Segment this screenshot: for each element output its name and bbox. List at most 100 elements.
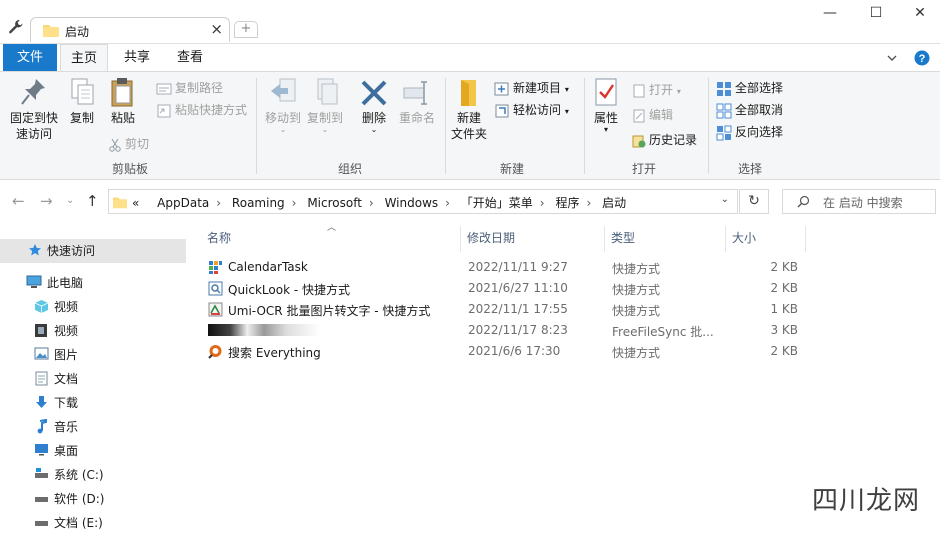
chevron-down-icon[interactable] <box>886 52 898 64</box>
history-button[interactable]: 历史记录 <box>632 130 697 150</box>
nav-music[interactable]: 音乐 <box>0 415 186 439</box>
file-row[interactable]: Umi-OCR 批量图片转文字 - 快捷方式 2022/11/1 17:55 快… <box>204 299 804 320</box>
tab-home[interactable]: 主页 <box>60 44 108 73</box>
paste-button[interactable]: 粘贴 <box>104 76 142 126</box>
copy-path-button[interactable]: 复制路径 <box>156 78 223 98</box>
breadcrumb-appdata[interactable]: AppData <box>157 196 209 210</box>
new-tab-button[interactable]: + <box>234 21 258 38</box>
nav-drive-d[interactable]: 软件 (D:) <box>0 487 186 511</box>
paste-shortcut-button[interactable]: 粘贴快捷方式 <box>156 100 247 120</box>
column-header-size[interactable]: 大小 <box>732 227 792 251</box>
file-row[interactable]: 搜索 Everything 2021/6/6 17:30 快捷方式 2 KB <box>204 341 804 362</box>
breadcrumb-startup[interactable]: 启动 <box>602 196 626 210</box>
drive-icon <box>35 521 48 526</box>
file-date: 2022/11/1 17:55 <box>468 302 568 316</box>
new-item-button[interactable]: 新建项目 ▾ <box>494 78 569 98</box>
column-separator[interactable] <box>604 226 605 252</box>
breadcrumb-windows[interactable]: Windows <box>385 196 439 210</box>
breadcrumb-roaming[interactable]: Roaming <box>232 196 285 210</box>
minimize-button[interactable]: — <box>808 2 852 26</box>
nav-downloads[interactable]: 下载 <box>0 391 186 415</box>
nav-drive-e[interactable]: 文档 (E:) <box>0 511 186 535</box>
cut-button[interactable]: 剪切 <box>108 134 149 154</box>
nav-drive-c[interactable]: 系统 (C:) <box>0 463 186 487</box>
delete-button[interactable]: 删除 ⌄ <box>356 76 392 134</box>
help-icon[interactable]: ? <box>914 50 930 66</box>
open-button[interactable]: 打开 ▾ <box>632 80 681 100</box>
pin-quick-access-button[interactable]: 固定到快 速访问 <box>8 76 60 142</box>
file-row[interactable]: CalendarTask 2022/11/11 9:27 快捷方式 2 KB <box>204 257 804 278</box>
edit-button[interactable]: 编辑 <box>632 105 673 125</box>
copy-path-label: 复制路径 <box>175 81 224 95</box>
column-header-name[interactable]: 名称 <box>207 227 457 251</box>
back-arrow-icon[interactable]: ← <box>12 192 25 210</box>
copy-button[interactable]: 复制 <box>64 76 100 126</box>
easy-access-button[interactable]: 轻松访问 ▾ <box>494 100 569 120</box>
maximize-button[interactable]: ☐ <box>854 2 898 26</box>
separator <box>445 78 446 174</box>
drive-icon <box>35 497 48 502</box>
column-separator[interactable] <box>805 226 806 252</box>
film-icon <box>35 324 47 337</box>
forward-arrow-icon[interactable]: → <box>40 192 53 210</box>
refresh-button[interactable]: ↻ <box>739 189 769 214</box>
group-label-open: 打开 <box>631 162 656 176</box>
nav-label: 快速访问 <box>47 244 96 258</box>
wrench-icon[interactable] <box>8 19 24 35</box>
tab-share[interactable]: 共享 <box>112 44 162 72</box>
picture-icon <box>34 347 49 360</box>
column-header-type[interactable]: 类型 <box>611 227 711 251</box>
navigation-bar: ← → ⌄ ↑ « AppData › Roaming › Microsoft › W… <box>0 180 940 222</box>
recent-locations-icon[interactable]: ⌄ <box>66 195 74 206</box>
nav-documents[interactable]: 文档 <box>0 367 186 391</box>
window-tab[interactable]: 启动 × <box>30 17 230 42</box>
up-arrow-icon[interactable]: ↑ <box>86 192 99 210</box>
select-none-button[interactable]: 全部取消 <box>716 100 783 120</box>
invert-selection-button[interactable]: 反向选择 <box>716 122 783 142</box>
properties-label: 属性 <box>593 111 618 125</box>
nav-label: 此电脑 <box>47 276 84 290</box>
breadcrumb: « AppData › Roaming › Microsoft › Windows › … <box>132 196 627 210</box>
separator <box>708 78 709 174</box>
breadcrumb-start-menu[interactable]: 「开始」菜单 <box>461 196 533 210</box>
rename-icon <box>403 81 427 105</box>
new-folder-button[interactable]: 新建 文件夹 <box>450 76 488 142</box>
nav-desktop[interactable]: 桌面 <box>0 439 186 463</box>
nav-pictures[interactable]: 图片 <box>0 343 186 367</box>
breadcrumb-microsoft[interactable]: Microsoft <box>307 196 362 210</box>
close-button[interactable]: ✕ <box>898 2 940 26</box>
nav-videos[interactable]: 视频 <box>0 319 186 343</box>
move-to-button[interactable]: 移动到 ⌄ <box>262 76 304 134</box>
column-header-date[interactable]: 修改日期 <box>467 227 597 251</box>
tab-close-button[interactable]: × <box>210 20 223 38</box>
nav-quick-access[interactable]: 快速访问 <box>0 239 186 263</box>
rename-button[interactable]: 重命名 <box>396 76 438 126</box>
file-date: 2021/6/6 17:30 <box>468 344 561 358</box>
breadcrumb-programs[interactable]: 程序 <box>555 196 579 210</box>
file-row[interactable]: QuickLook - 快捷方式 2021/6/27 11:10 快捷方式 2 … <box>204 278 804 299</box>
nav-3d-objects[interactable]: 视频 <box>0 295 186 319</box>
breadcrumb-overflow[interactable]: « <box>132 196 139 210</box>
search-box[interactable]: 在 启动 中搜索 <box>782 189 936 214</box>
select-all-button[interactable]: 全部选择 <box>716 78 783 98</box>
copy-to-button[interactable]: 复制到 ⌄ <box>304 76 346 134</box>
nav-this-pc[interactable]: 此电脑 <box>0 271 186 295</box>
copy-to-label: 复制到 <box>306 111 343 125</box>
watermark: 四川龙网 <box>812 486 921 516</box>
file-row[interactable]: 2022/11/17 8:23 FreeFileSync 批... 3 KB <box>204 320 804 341</box>
nav-label: 桌面 <box>54 444 79 458</box>
column-separator[interactable] <box>725 226 726 252</box>
column-separator[interactable] <box>460 226 461 252</box>
tab-file[interactable]: 文件 <box>3 44 57 72</box>
address-bar[interactable]: « AppData › Roaming › Microsoft › Windows › … <box>108 189 738 214</box>
easy-access-label: 轻松访问 <box>513 103 562 117</box>
search-icon <box>797 195 810 208</box>
file-type: 快捷方式 <box>612 304 661 318</box>
nav-label: 软件 (D:) <box>54 492 105 506</box>
clipboard-icon <box>111 78 133 107</box>
tab-view[interactable]: 查看 <box>164 44 216 72</box>
address-dropdown-icon[interactable]: ⌄ <box>721 194 729 205</box>
paste-label: 粘贴 <box>110 111 135 125</box>
nav-label: 音乐 <box>54 420 79 434</box>
properties-button[interactable]: 属性 ▾ <box>590 76 622 134</box>
